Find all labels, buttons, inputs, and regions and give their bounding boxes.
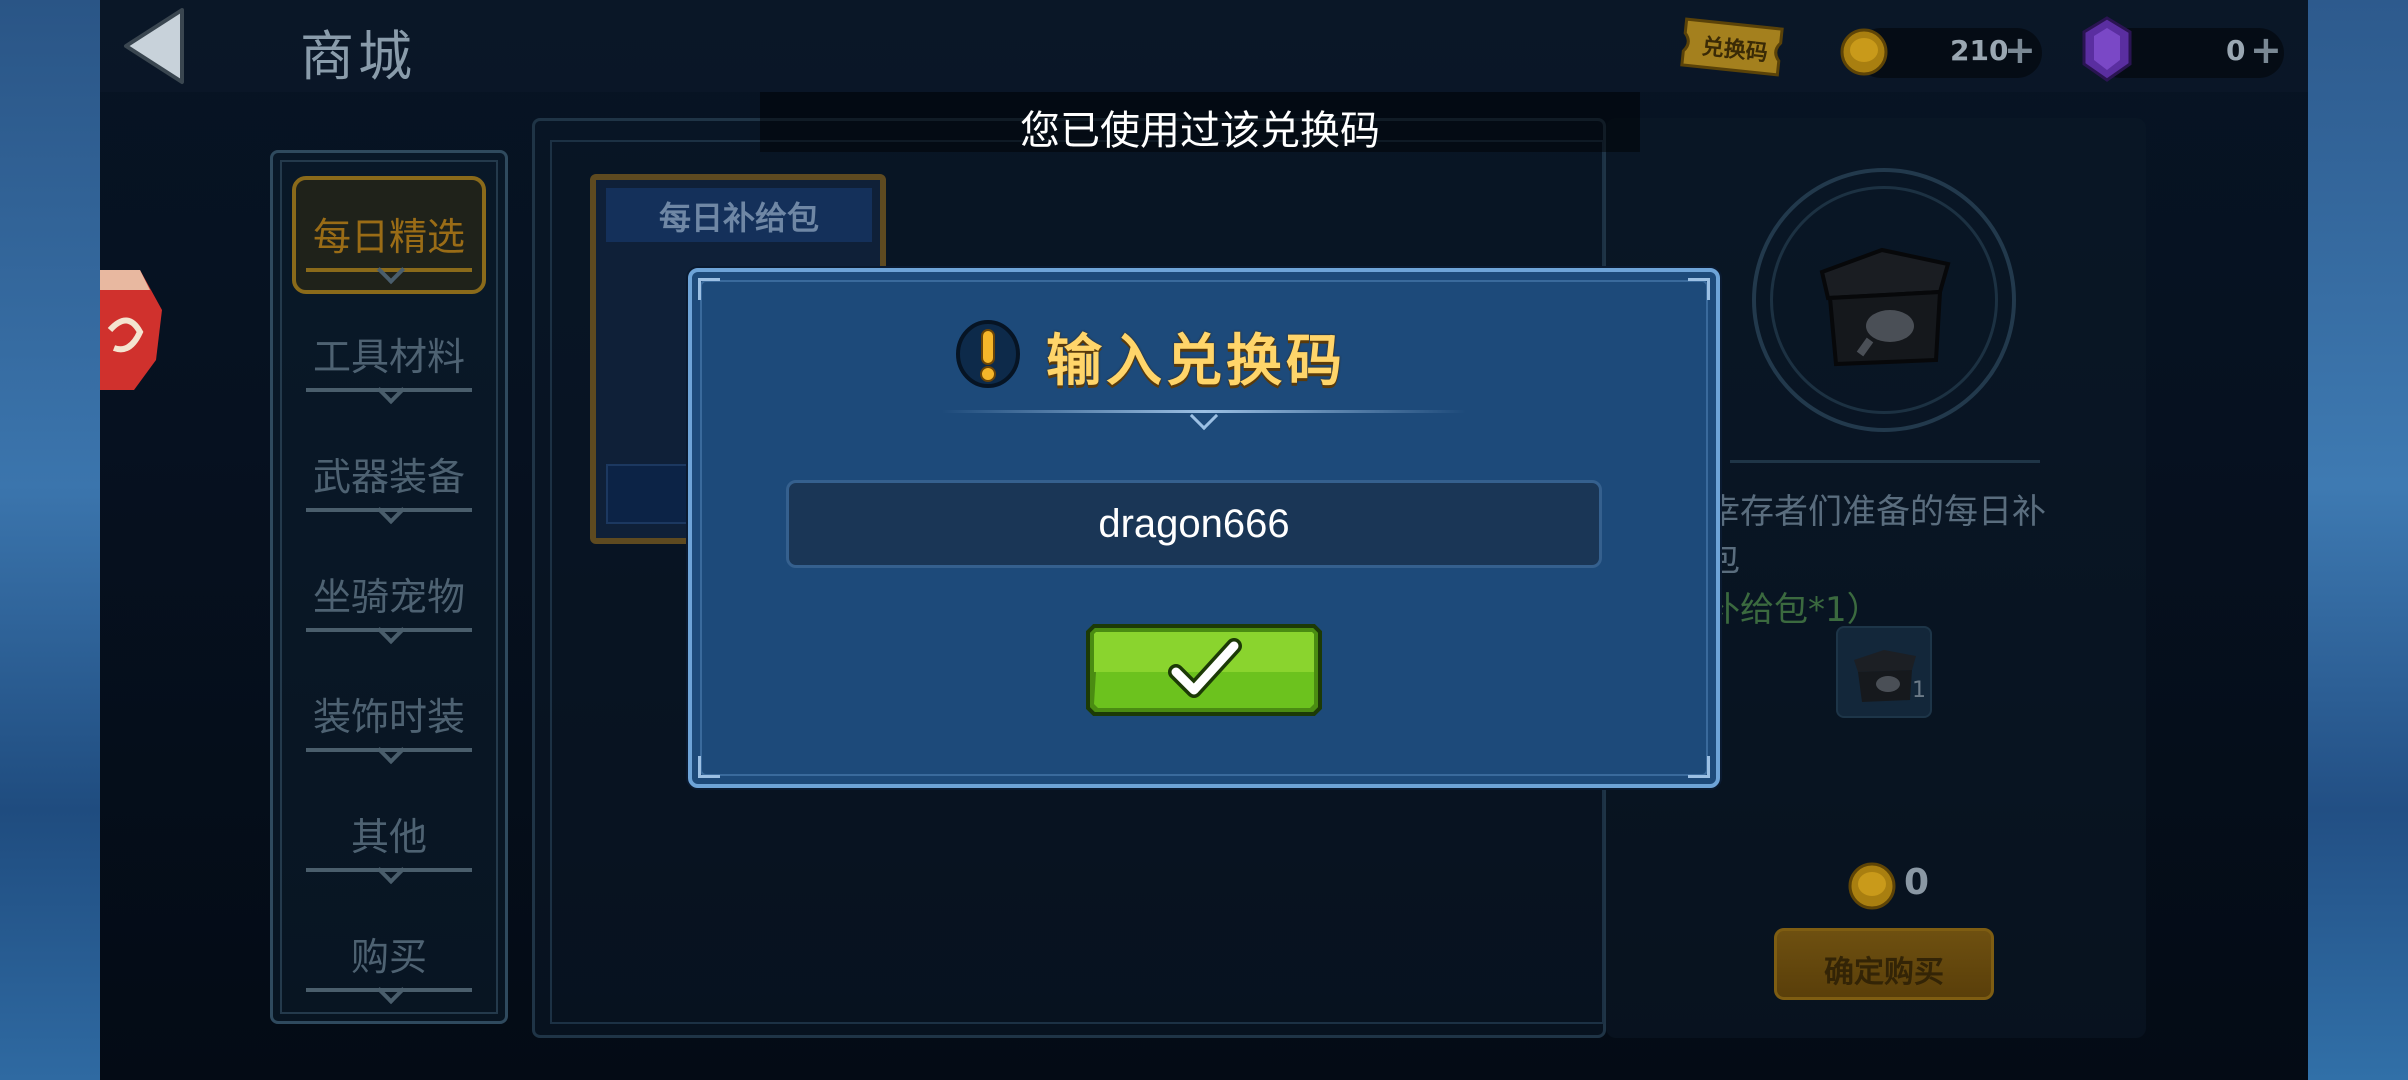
chest-icon [1854,650,1916,702]
coin-icon [1848,862,1896,910]
sidebar-item-label: 其他 [350,815,427,859]
product-card-title: 每日补给包 [658,199,819,237]
reward-item-count: 1 [1912,678,1926,703]
sidebar-item-label: 装饰时装 [312,695,465,739]
item-contents: 补给包*1） [1706,590,1881,630]
dialog-corner [1688,756,1710,778]
sidebar-item-purchase[interactable]: 购买 [290,904,488,1004]
warning-icon [956,320,1020,388]
sidebar-item-other[interactable]: 其他 [290,784,488,884]
page-title: 商城 [300,25,416,88]
sidebar-divider [306,988,472,992]
sidebar-item-label: 坐骑宠物 [312,575,465,619]
toast-message: 您已使用过该兑换码 [1020,108,1380,154]
price-value: 0 [1904,862,1930,903]
sidebar-divider [306,388,472,392]
sidebar-divider [306,748,472,752]
gem-icon [2082,16,2132,82]
sidebar-item-daily-picks[interactable]: 每日精选 [290,184,488,284]
confirm-purchase-button[interactable]: 确定购买 [1774,928,1994,1000]
sidebar-item-tools[interactable]: 工具材料 [290,304,488,404]
reward-item-slot[interactable] [1836,626,1932,718]
sidebar-item-weapons[interactable]: 武器装备 [290,424,488,524]
dialog-corner [698,278,720,300]
dialog-corner [698,756,720,778]
dialog-corner [1688,278,1710,300]
detail-divider [1730,460,2040,463]
game-world-right-edge [2308,0,2408,1080]
sidebar-item-costumes[interactable]: 装饰时装 [290,664,488,764]
sidebar-divider [306,868,472,872]
sidebar-divider [306,268,472,272]
confirm-purchase-label: 确定购买 [1824,955,1944,990]
redeem-code-input[interactable] [786,480,1602,568]
dialog-title: 输入兑换码 [1046,329,1346,394]
game-world-left-edge [0,0,100,1080]
coin-balance: 210 [1950,34,2009,67]
sidebar-item-label: 购买 [350,935,427,979]
sidebar-divider [306,628,472,632]
sidebar-divider [306,508,472,512]
item-description-line1: 幸存者们准备的每日补 [1706,492,2046,532]
add-gems-plus-icon[interactable]: + [2250,28,2282,72]
coin-icon [1840,28,1888,76]
sidebar-item-mounts-pets[interactable]: 坐骑宠物 [290,544,488,644]
add-coins-plus-icon[interactable]: + [2004,28,2036,72]
gem-balance: 0 [2226,34,2246,67]
sidebar-item-label: 每日精选 [312,215,465,259]
sidebar-item-label: 工具材料 [312,335,465,379]
sidebar-item-label: 武器装备 [312,455,465,499]
chest-icon [1819,247,1951,367]
red-tag-icon [100,270,162,390]
confirm-button[interactable] [1084,622,1324,718]
back-arrow-icon[interactable] [120,6,190,86]
